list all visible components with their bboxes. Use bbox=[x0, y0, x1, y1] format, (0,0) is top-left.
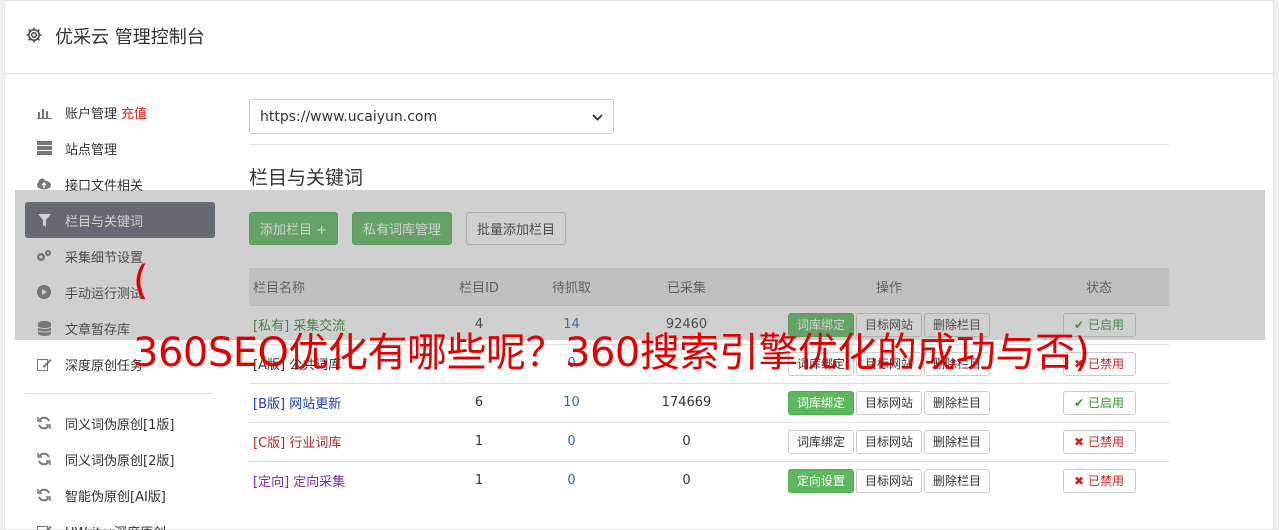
gear-icon bbox=[26, 27, 42, 43]
sidebar-item-label: 账户管理 bbox=[65, 106, 118, 122]
status-label: 已禁用 bbox=[1087, 434, 1124, 449]
target-site-button[interactable]: 目标网站 bbox=[855, 429, 922, 454]
watermark-overlay bbox=[15, 190, 1265, 340]
sidebar-item-synonym-v1[interactable]: 同义词伪原创[1版] bbox=[25, 405, 215, 441]
column-id: 1 bbox=[439, 460, 519, 500]
actions-cell: 词库绑定 目标网站 删除栏目 bbox=[749, 382, 1029, 422]
pending-count[interactable]: 0 bbox=[519, 421, 624, 461]
watermark-text: ( bbox=[133, 258, 149, 304]
column-id: 6 bbox=[439, 382, 519, 422]
table-row: [C版] 行业词库 1 0 0 词库绑定 目标网站 删除栏目 ✖ 已禁用 bbox=[249, 421, 1169, 461]
close-icon: ✖ bbox=[1074, 434, 1085, 449]
status-toggle[interactable]: ✖ 已禁用 bbox=[1062, 468, 1136, 493]
sidebar-item-label: 深度原创任务 bbox=[65, 358, 144, 374]
status-label: 已禁用 bbox=[1087, 356, 1124, 371]
bar-chart-icon bbox=[36, 104, 52, 120]
status-cell: ✖ 已禁用 bbox=[1029, 421, 1169, 461]
pending-count[interactable]: 0 bbox=[519, 460, 624, 500]
column-tag: [B版] bbox=[253, 397, 286, 412]
app-title: 优采云 管理控制台 bbox=[55, 27, 205, 48]
status-toggle[interactable]: ✔ 已启用 bbox=[1062, 390, 1136, 415]
dict-bind-button[interactable]: 定向设置 bbox=[787, 468, 854, 493]
actions-cell: 定向设置 目标网站 删除栏目 bbox=[749, 460, 1029, 500]
delete-column-button[interactable]: 删除栏目 bbox=[924, 429, 991, 454]
sidebar-item-label: 同义词伪原创[2版] bbox=[65, 453, 175, 469]
target-site-button[interactable]: 目标网站 bbox=[855, 468, 922, 493]
sidebar-item-label: 智能伪原创[AI版] bbox=[65, 489, 166, 505]
status-label: 已禁用 bbox=[1087, 473, 1124, 488]
site-select[interactable]: https://www.ucaiyun.com bbox=[249, 99, 614, 134]
sidebar-item-account[interactable]: 账户管理 充值 bbox=[25, 94, 215, 130]
delete-column-button[interactable]: 删除栏目 bbox=[924, 468, 991, 493]
pending-count[interactable]: 10 bbox=[519, 382, 624, 422]
sidebar-item-label: UWriter深度原创 bbox=[65, 522, 166, 530]
site-select-value: https://www.ucaiyun.com bbox=[260, 108, 438, 125]
column-name: 行业词库 bbox=[289, 436, 342, 451]
delete-column-button[interactable]: 删除栏目 bbox=[924, 390, 991, 415]
close-icon: ✖ bbox=[1074, 473, 1085, 488]
table-row: [B版] 网站更新 6 10 174669 词库绑定 目标网站 删除栏目 ✔ 已启用 bbox=[249, 382, 1169, 422]
watermark-title: 360SEO优化有哪些呢？360搜索引擎优化的成功与否) bbox=[133, 330, 1090, 376]
table-row: [定向] 定向采集 1 0 0 定向设置 目标网站 删除栏目 ✖ 已禁用 bbox=[249, 460, 1169, 500]
column-name: 定向采集 bbox=[293, 475, 346, 491]
actions-cell: 词库绑定 目标网站 删除栏目 bbox=[749, 421, 1029, 461]
sidebar-item-synonym-v2[interactable]: 同义词伪原创[2版] bbox=[25, 441, 215, 477]
collected-count: 0 bbox=[624, 421, 749, 461]
sidebar-item-uwriter[interactable]: UWriter深度原创 bbox=[25, 513, 215, 530]
recharge-link[interactable]: 充值 bbox=[121, 103, 147, 122]
edit-icon bbox=[36, 523, 52, 530]
dict-bind-button[interactable]: 词库绑定 bbox=[787, 390, 854, 415]
refresh-icon bbox=[36, 451, 52, 467]
collected-count: 174669 bbox=[624, 382, 749, 422]
divider bbox=[249, 144, 1169, 145]
status-toggle[interactable]: ✖ 已禁用 bbox=[1062, 429, 1136, 454]
refresh-icon bbox=[36, 415, 52, 431]
status-cell: ✖ 已禁用 bbox=[1029, 460, 1169, 500]
status-cell: ✔ 已启用 bbox=[1029, 382, 1169, 422]
column-id: 1 bbox=[439, 421, 519, 461]
check-icon: ✔ bbox=[1074, 395, 1085, 410]
refresh-icon bbox=[36, 487, 52, 503]
sidebar-item-label: 站点管理 bbox=[65, 142, 118, 158]
status-label: 已启用 bbox=[1087, 395, 1124, 410]
collected-count: 0 bbox=[624, 460, 749, 500]
column-tag: [定向] bbox=[253, 475, 290, 491]
sidebar-divider bbox=[25, 393, 213, 394]
column-name-cell[interactable]: [B版] 网站更新 bbox=[249, 382, 439, 422]
page-title: 栏目与关键词 bbox=[249, 167, 364, 189]
column-name: 网站更新 bbox=[289, 397, 342, 412]
dict-bind-button[interactable]: 词库绑定 bbox=[787, 429, 854, 454]
column-name-cell[interactable]: [定向] 定向采集 bbox=[249, 460, 439, 500]
sidebar-item-label: 同义词伪原创[1版] bbox=[65, 417, 175, 433]
column-name-cell[interactable]: [C版] 行业词库 bbox=[249, 421, 439, 461]
server-icon bbox=[36, 140, 52, 156]
sidebar-item-sites[interactable]: 站点管理 bbox=[25, 130, 215, 166]
header-bar: 优采云 管理控制台 bbox=[5, 1, 1275, 74]
sidebar-item-ai-rewrite[interactable]: 智能伪原创[AI版] bbox=[25, 477, 215, 513]
chevron-down-icon bbox=[592, 109, 603, 125]
target-site-button[interactable]: 目标网站 bbox=[855, 390, 922, 415]
column-tag: [C版] bbox=[253, 436, 286, 451]
edit-icon bbox=[36, 356, 52, 372]
